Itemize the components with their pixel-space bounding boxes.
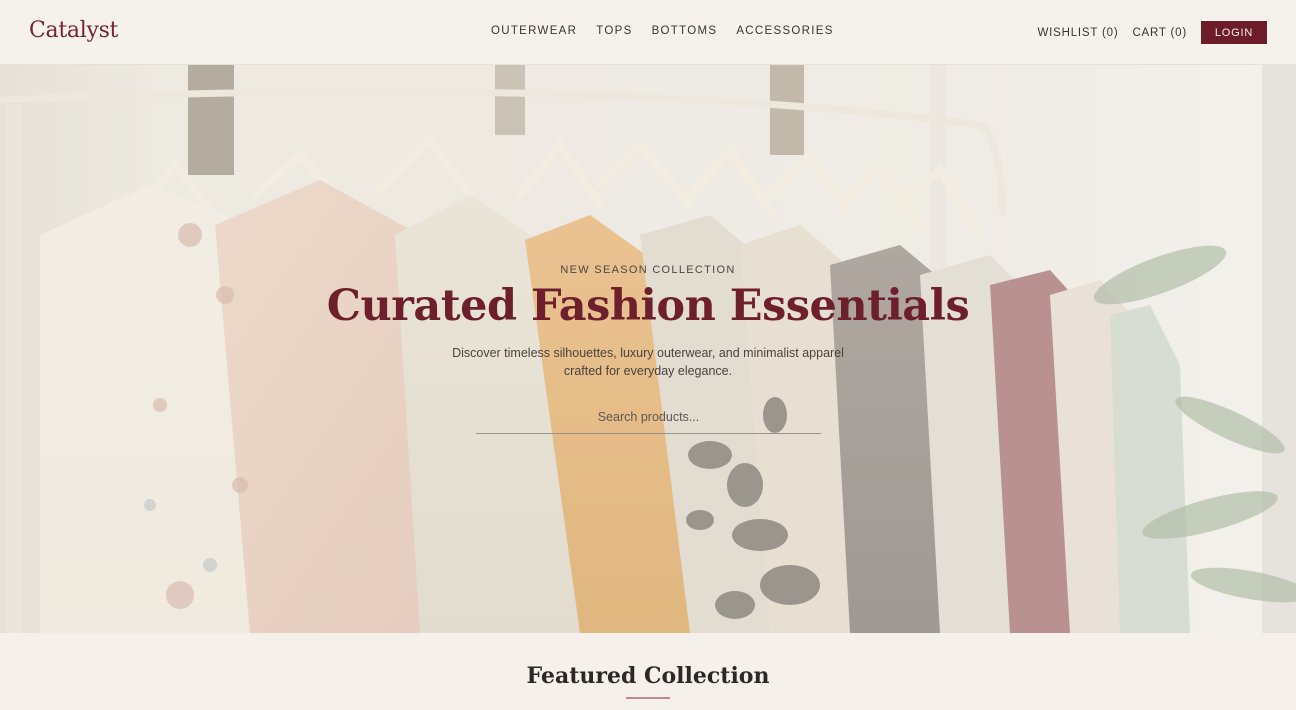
hero-eyebrow: NEW SEASON COLLECTION — [560, 264, 736, 276]
featured-section: Featured Collection — [0, 633, 1296, 710]
cart-link[interactable]: CART (0) — [1132, 27, 1187, 39]
brand-logo[interactable]: Catalyst — [29, 18, 118, 43]
nav-item-tops[interactable]: TOPS — [596, 25, 632, 37]
header-actions: WISHLIST (0) CART (0) LOGIN — [1038, 21, 1267, 44]
hero-banner: NEW SEASON COLLECTION Curated Fashion Es… — [0, 65, 1296, 633]
main-nav: OUTERWEAR TOPS BOTTOMS ACCESSORIES — [491, 25, 834, 37]
nav-item-bottoms[interactable]: BOTTOMS — [652, 25, 718, 37]
featured-title: Featured Collection — [526, 663, 770, 689]
nav-item-accessories[interactable]: ACCESSORIES — [736, 25, 833, 37]
hero-subtitle: Discover timeless silhouettes, luxury ou… — [452, 346, 844, 378]
hero-content: NEW SEASON COLLECTION Curated Fashion Es… — [0, 65, 1296, 633]
wishlist-link[interactable]: WISHLIST (0) — [1038, 27, 1119, 39]
search-input[interactable] — [476, 402, 821, 432]
hero-title: Curated Fashion Essentials — [326, 281, 970, 331]
login-button[interactable]: LOGIN — [1201, 21, 1267, 44]
featured-underline — [626, 697, 670, 699]
nav-item-outerwear[interactable]: OUTERWEAR — [491, 25, 577, 37]
search-bar — [476, 402, 821, 434]
site-header: Catalyst OUTERWEAR TOPS BOTTOMS ACCESSOR… — [0, 0, 1296, 65]
